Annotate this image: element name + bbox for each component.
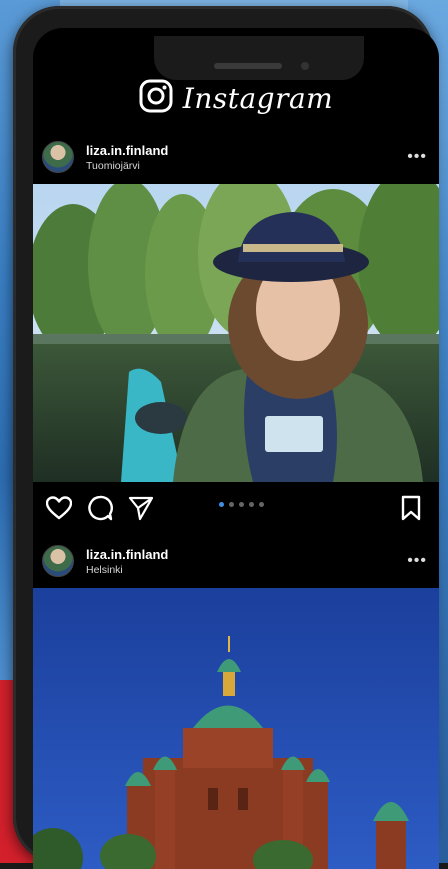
post-header: liza.in.finland Helsinki ••• — [33, 538, 439, 584]
heart-icon[interactable] — [45, 496, 73, 525]
bookmark-icon[interactable] — [401, 495, 421, 526]
phone-notch — [154, 36, 364, 80]
avatar[interactable] — [42, 545, 74, 577]
post-actions — [33, 486, 439, 530]
phone-frame: Instagram liza.in.finland Tuomiojärvi ••… — [13, 6, 439, 869]
avatar[interactable] — [42, 141, 74, 173]
post-header: liza.in.finland Tuomiojärvi ••• — [33, 134, 439, 180]
more-horizontal-icon[interactable]: ••• — [407, 552, 427, 570]
front-camera — [301, 62, 309, 70]
post-photo[interactable] — [33, 588, 439, 869]
comment-icon[interactable] — [87, 495, 113, 526]
carousel-indicator — [219, 502, 264, 507]
carousel-dot — [219, 502, 224, 507]
post-author: liza.in.finland Tuomiojärvi — [86, 143, 168, 172]
carousel-dot — [229, 502, 234, 507]
carousel-dot — [239, 502, 244, 507]
carousel-dot — [259, 502, 264, 507]
more-horizontal-icon[interactable]: ••• — [407, 148, 427, 166]
instagram-icon[interactable] — [139, 79, 173, 118]
location-link[interactable]: Tuomiojärvi — [86, 160, 168, 172]
speaker-grille — [214, 63, 282, 69]
phone-screen: Instagram liza.in.finland Tuomiojärvi ••… — [33, 28, 439, 869]
carousel-dot — [249, 502, 254, 507]
post-photo[interactable] — [33, 184, 439, 482]
username-link[interactable]: liza.in.finland — [86, 143, 168, 158]
send-icon[interactable] — [128, 495, 154, 526]
app-title[interactable]: Instagram — [183, 82, 333, 115]
username-link[interactable]: liza.in.finland — [86, 547, 168, 562]
location-link[interactable]: Helsinki — [86, 564, 168, 576]
post-author: liza.in.finland Helsinki — [86, 547, 168, 576]
